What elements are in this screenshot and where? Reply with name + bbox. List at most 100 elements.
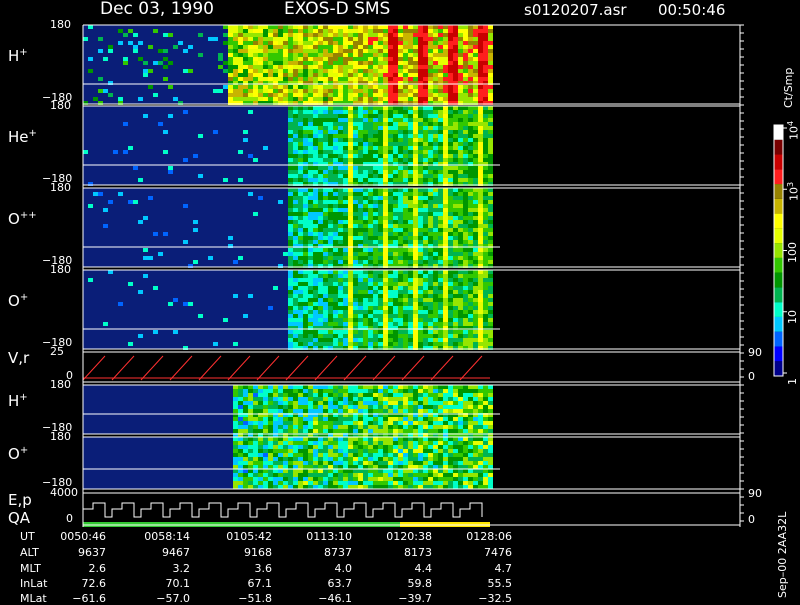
spectrogram-cell [378, 69, 383, 73]
spectrogram-cell [378, 89, 383, 93]
spectrogram-cell [308, 65, 313, 69]
spectrogram-cell [403, 49, 408, 53]
spectrogram-cell [338, 310, 343, 314]
spectrogram-cell [453, 409, 458, 413]
spectrogram-cell [348, 397, 353, 401]
spectrogram-cell [338, 122, 343, 126]
spectrogram-cell [283, 77, 288, 81]
spectrogram-cell [193, 154, 198, 158]
spectrogram-cell [413, 389, 418, 393]
spectrogram-cell [373, 170, 378, 174]
spectrogram-cell [343, 409, 348, 413]
spectrogram-cell [423, 302, 428, 306]
spectrogram-cell [348, 170, 353, 174]
spectrogram-cell [163, 49, 168, 53]
spectrogram-cell [458, 449, 463, 453]
spectrogram-cell [318, 310, 323, 314]
spectrogram-cell [278, 33, 283, 37]
spectrogram-cell [453, 85, 458, 89]
spectrogram-cell [268, 89, 273, 93]
spectrogram-cell [398, 174, 403, 178]
spectrogram-cell [443, 469, 448, 473]
spectrogram-cell [363, 338, 368, 342]
spectrogram-cell [348, 232, 353, 236]
spectrogram-cell [358, 126, 363, 130]
spectrogram-cell [373, 461, 378, 465]
spectrogram-cell [353, 224, 358, 228]
spectrogram-cell [318, 146, 323, 150]
spectrogram-cell [473, 154, 478, 158]
spectrogram-cell [348, 425, 353, 429]
spectrogram-cell [343, 192, 348, 196]
spectrogram-cell [358, 37, 363, 41]
spectrogram-cell [283, 73, 288, 77]
spectrogram-cell [448, 256, 453, 260]
spectrogram-cell [438, 473, 443, 477]
spectrogram-cell [468, 437, 473, 441]
spectrogram-cell [328, 409, 333, 413]
spectrogram-cell [358, 485, 363, 489]
spectrogram-cell [423, 73, 428, 77]
spectrogram-cell [248, 77, 253, 81]
spectrogram-cell [253, 77, 258, 81]
spectrogram-cell [338, 405, 343, 409]
spectrogram-cell [478, 294, 483, 298]
spectrogram-cell [373, 33, 378, 37]
spectrogram-cell [233, 49, 238, 53]
spectrogram-cell [443, 220, 448, 224]
spectrogram-cell [363, 405, 368, 409]
spectrogram-cell [288, 126, 293, 130]
spectrogram-cell [478, 421, 483, 425]
spectrogram-cell [468, 302, 473, 306]
spectrogram-cell [393, 41, 398, 45]
spectrogram-cell [318, 441, 323, 445]
spectrogram-cell [303, 192, 308, 196]
spectrogram-cell [298, 49, 303, 53]
spectrogram-cell [378, 445, 383, 449]
spectrogram-cell [378, 338, 383, 342]
spectrogram-cell [433, 220, 438, 224]
spectrogram-cell [308, 204, 313, 208]
spectrogram-cell [318, 334, 323, 338]
spectrogram-cell [318, 154, 323, 158]
spectrogram-cell [348, 45, 353, 49]
spectrogram-cell [288, 232, 293, 236]
spectrogram-cell [463, 461, 468, 465]
spectrogram-cell [348, 126, 353, 130]
spectrogram-cell [323, 294, 328, 298]
spectrogram-cell [353, 53, 358, 57]
spectrogram-cell [363, 106, 368, 110]
spectrogram-cell [298, 196, 303, 200]
spectrogram-cell [403, 298, 408, 302]
spectrogram-cell [348, 461, 353, 465]
spectrogram-cell [373, 441, 378, 445]
spectrogram-cell [368, 142, 373, 146]
spectrogram-cell [358, 453, 363, 457]
spectrogram-cell [258, 29, 263, 33]
spectrogram-cell [363, 196, 368, 200]
spectrogram-cell [248, 85, 253, 89]
spectrogram-cell [443, 314, 448, 318]
spectrogram-cell [408, 306, 413, 310]
spectrogram-cell [338, 150, 343, 154]
spectrogram-cell [483, 260, 488, 264]
spectrogram-cell [373, 216, 378, 220]
spectrogram-cell [348, 110, 353, 114]
spectrogram-cell [418, 322, 423, 326]
spectrogram-cell [303, 405, 308, 409]
spectrogram-cell [358, 465, 363, 469]
spectrogram-cell [253, 441, 258, 445]
spectrogram-cell [453, 138, 458, 142]
spectrogram-cell [333, 441, 338, 445]
spectrogram-cell [233, 405, 238, 409]
spectrogram-cell [323, 146, 328, 150]
spectrogram-cell [473, 401, 478, 405]
spectrogram-cell [458, 441, 463, 445]
spectrogram-cell [303, 97, 308, 101]
spectrogram-cell [458, 25, 463, 29]
spectrogram-cell [263, 65, 268, 69]
spectrogram-cell [288, 461, 293, 465]
spectrogram-cell [273, 286, 278, 290]
spectrogram-cell [358, 208, 363, 212]
spectrogram-cell [418, 306, 423, 310]
